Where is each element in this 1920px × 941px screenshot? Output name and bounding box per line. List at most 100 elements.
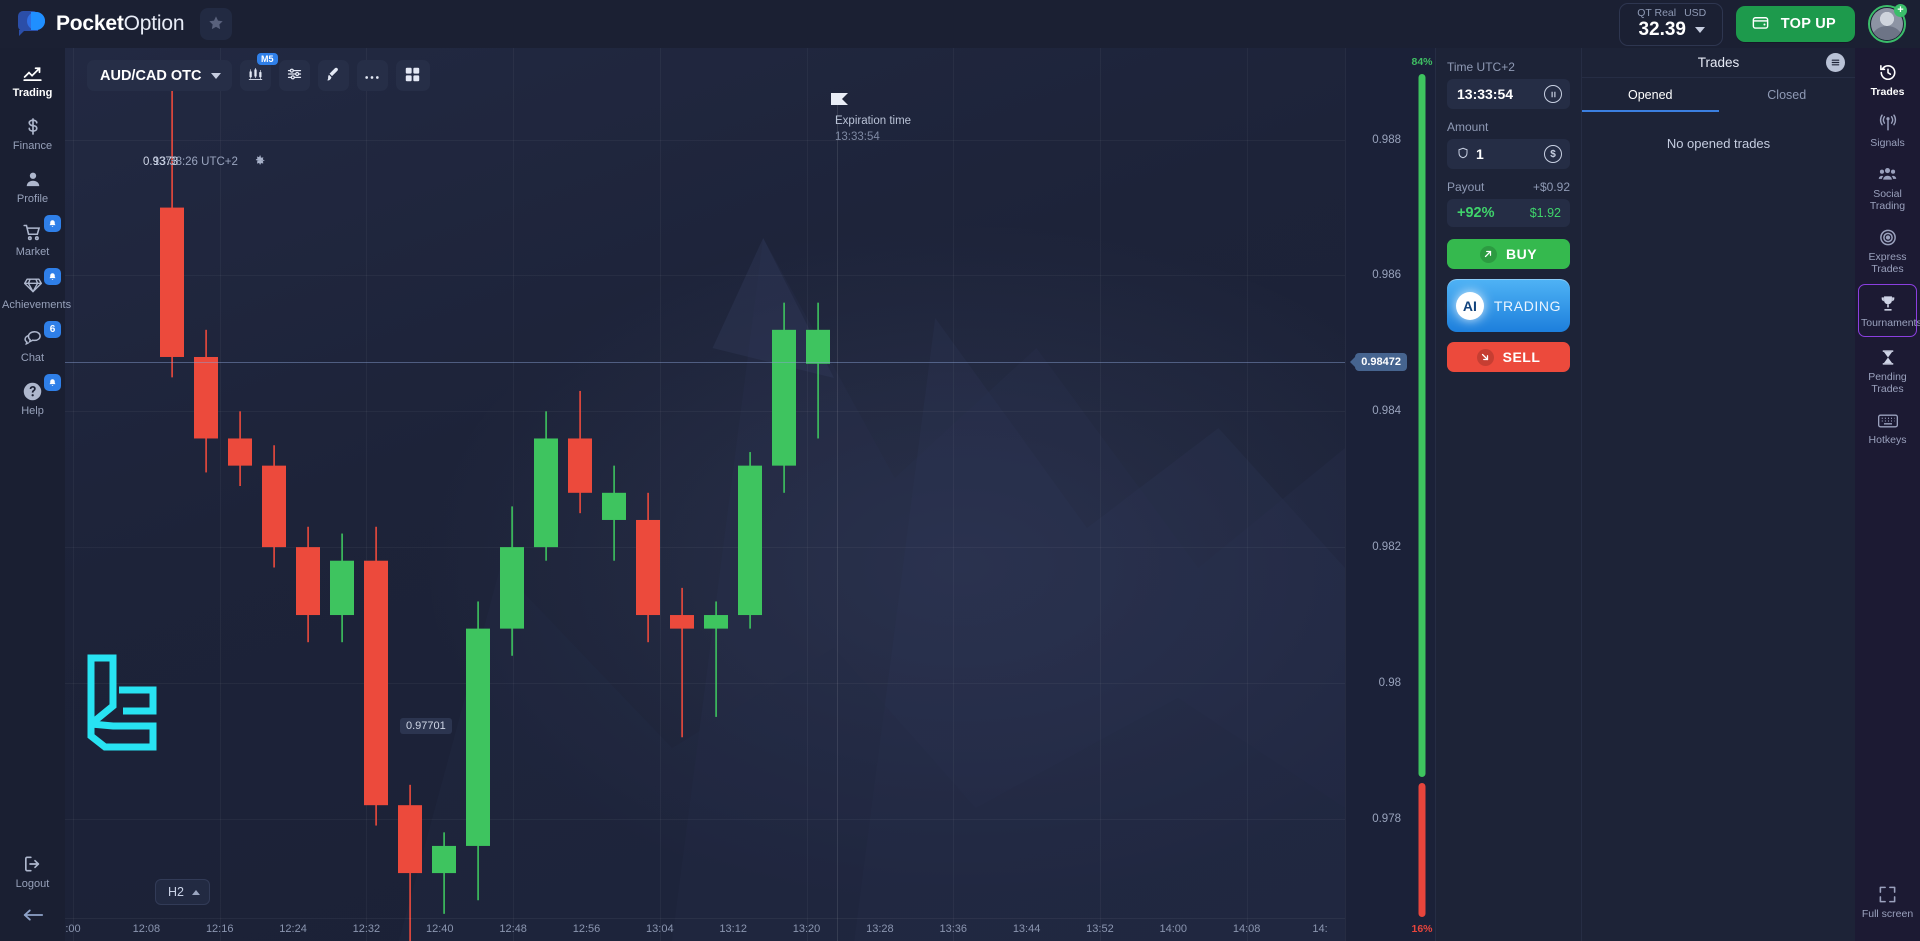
sidebar-collapse-button[interactable] [0, 898, 65, 931]
sidebar-item-market[interactable]: Market [0, 213, 65, 266]
rail-item-pending-trades[interactable]: Pending Trades [1855, 339, 1920, 402]
expiration-label: Expiration time [835, 115, 912, 127]
time-tick: 12:32 [352, 923, 381, 935]
candle-body [398, 805, 422, 874]
price-tick: 0.986 [1372, 269, 1401, 282]
rail-item-tournaments[interactable]: Tournaments [1858, 284, 1920, 337]
time-tick: 13:20 [792, 923, 821, 935]
time-tick: 13:36 [939, 923, 967, 935]
sidebar-label-trading: Trading [12, 87, 53, 99]
time-tick: 12:48 [499, 923, 527, 935]
candle-body [364, 560, 388, 806]
sidebar-item-help[interactable]: Help [0, 372, 65, 425]
timeframe-selector[interactable]: H2 [155, 879, 210, 905]
candle-body [262, 465, 286, 548]
dollar-icon [2, 115, 63, 137]
amount-field[interactable]: 1 $ [1447, 139, 1570, 169]
more-options-button[interactable] [356, 60, 388, 91]
expiration-line [837, 105, 838, 941]
payout-percent: +92% [1457, 205, 1495, 221]
market-notification-badge [44, 215, 61, 232]
sentiment-up-bar [1418, 74, 1426, 778]
sidebar-label-profile: Profile [16, 193, 49, 205]
rail-item-hotkeys[interactable]: Hotkeys [1855, 402, 1920, 453]
pocketoption-logo-icon [18, 10, 45, 38]
symbol-selector[interactable]: AUD/CAD OTC [87, 60, 232, 91]
sidebar-label-logout: Logout [15, 878, 50, 890]
sidebar-item-logout[interactable]: Logout [0, 845, 65, 898]
fullscreen-button[interactable]: Full screen [1855, 876, 1920, 927]
list-menu-icon[interactable] [1826, 53, 1845, 72]
time-tick: 14: [1312, 923, 1328, 935]
brand-logo[interactable]: PocketOption [18, 10, 185, 38]
expiry-time-field[interactable]: 13:33:54 [1447, 79, 1570, 109]
gear-icon[interactable] [253, 154, 266, 170]
sell-label: SELL [1502, 349, 1541, 365]
avatar-add-icon: + [1894, 4, 1907, 17]
rail-label-social-trading: Social Trading [1869, 188, 1906, 212]
time-tick: 12:08 [132, 923, 161, 935]
sidebar-item-profile[interactable]: Profile [0, 160, 65, 213]
favorites-button[interactable] [200, 8, 233, 40]
chart-info-overlay: 0.9373 13:38:26 UTC+2 [143, 154, 266, 170]
time-tick: 14:08 [1232, 923, 1261, 935]
ai-badge: AI [1455, 291, 1484, 320]
sidebar-item-trading[interactable]: Trading [0, 54, 65, 107]
layout-grid-button[interactable] [395, 60, 430, 91]
time-tick: 13:44 [1012, 923, 1041, 935]
people-icon [1857, 164, 1918, 185]
app-root: PocketOption QT Real USD 32.39 TOP UP + … [0, 0, 1920, 941]
buy-label: BUY [1505, 246, 1538, 262]
chart-info-price: 0.9373 [143, 156, 179, 168]
rail-label-tournaments: Tournaments [1861, 317, 1920, 329]
amount-label: Amount [1447, 120, 1489, 134]
balance-selector[interactable]: QT Real USD 32.39 [1618, 2, 1723, 46]
candle-body [806, 329, 830, 364]
chart-low-label: 0.97701 [400, 718, 452, 734]
price-tick: 0.978 [1372, 812, 1401, 825]
wallet-icon [1751, 13, 1770, 35]
clock-icon[interactable] [1544, 85, 1562, 103]
sidebar-item-achievements[interactable]: Achievements [0, 266, 72, 319]
rail-label-signals: Signals [1870, 137, 1905, 149]
dollar-circle-icon[interactable]: $ [1544, 145, 1562, 163]
arrow-up-right-icon [1479, 245, 1497, 263]
rail-item-social-trading[interactable]: Social Trading [1855, 156, 1920, 219]
sell-button[interactable]: SELL [1447, 342, 1570, 372]
time-tick: 13:04 [646, 923, 674, 935]
chart-canvas[interactable]: AUD/CAD OTC M5 0.9373 13:38:26 UTC+2 Exp… [65, 48, 1345, 941]
rail-item-express-trades[interactable]: Express Trades [1855, 219, 1920, 282]
timeframe-value: H2 [168, 885, 184, 899]
tab-closed-label: Closed [1767, 88, 1807, 102]
rail-item-signals[interactable]: Signals [1855, 105, 1920, 156]
time-tick: 13:52 [1086, 923, 1114, 935]
chart-type-button[interactable]: M5 [239, 53, 278, 91]
buy-button[interactable]: BUY [1447, 239, 1570, 269]
time-tick: 13:12 [719, 923, 747, 935]
time-label: Time UTC+2 [1447, 60, 1515, 74]
time-tick: 12:40 [425, 923, 454, 935]
indicators-button[interactable] [278, 60, 310, 91]
top-up-button[interactable]: TOP UP [1735, 6, 1855, 42]
chart-toolbar: AUD/CAD OTC M5 [87, 53, 430, 91]
sidebar-item-chat[interactable]: 6 Chat [0, 319, 65, 372]
price-axis[interactable]: 0.988 0.986 0.984 0.982 0.98 0.978 0.98472 [1345, 48, 1409, 941]
drawing-tools-button[interactable] [317, 60, 349, 91]
candle-wick [681, 587, 683, 738]
rail-label-pending-trades: Pending Trades [1868, 371, 1907, 395]
help-notification-badge [44, 374, 61, 391]
ai-trading-button[interactable]: AI TRADING [1447, 279, 1570, 332]
rail-item-trades[interactable]: Trades [1855, 54, 1920, 105]
sidebar-label-help: Help [21, 405, 44, 417]
sidebar-item-finance[interactable]: Finance [0, 107, 65, 160]
more-icon [364, 68, 380, 83]
watermark-logo [87, 654, 157, 751]
sidebar-label-achievements: Achievements [2, 299, 72, 311]
time-tick: 12:16 [205, 923, 234, 935]
tab-opened[interactable]: Opened [1582, 78, 1719, 112]
top-header: PocketOption QT Real USD 32.39 TOP UP + [0, 0, 1920, 48]
rail-label-trades: Trades [1870, 86, 1905, 98]
rail-label-hotkeys: Hotkeys [1868, 434, 1907, 446]
tab-closed[interactable]: Closed [1719, 78, 1856, 112]
avatar[interactable]: + [1868, 4, 1907, 43]
